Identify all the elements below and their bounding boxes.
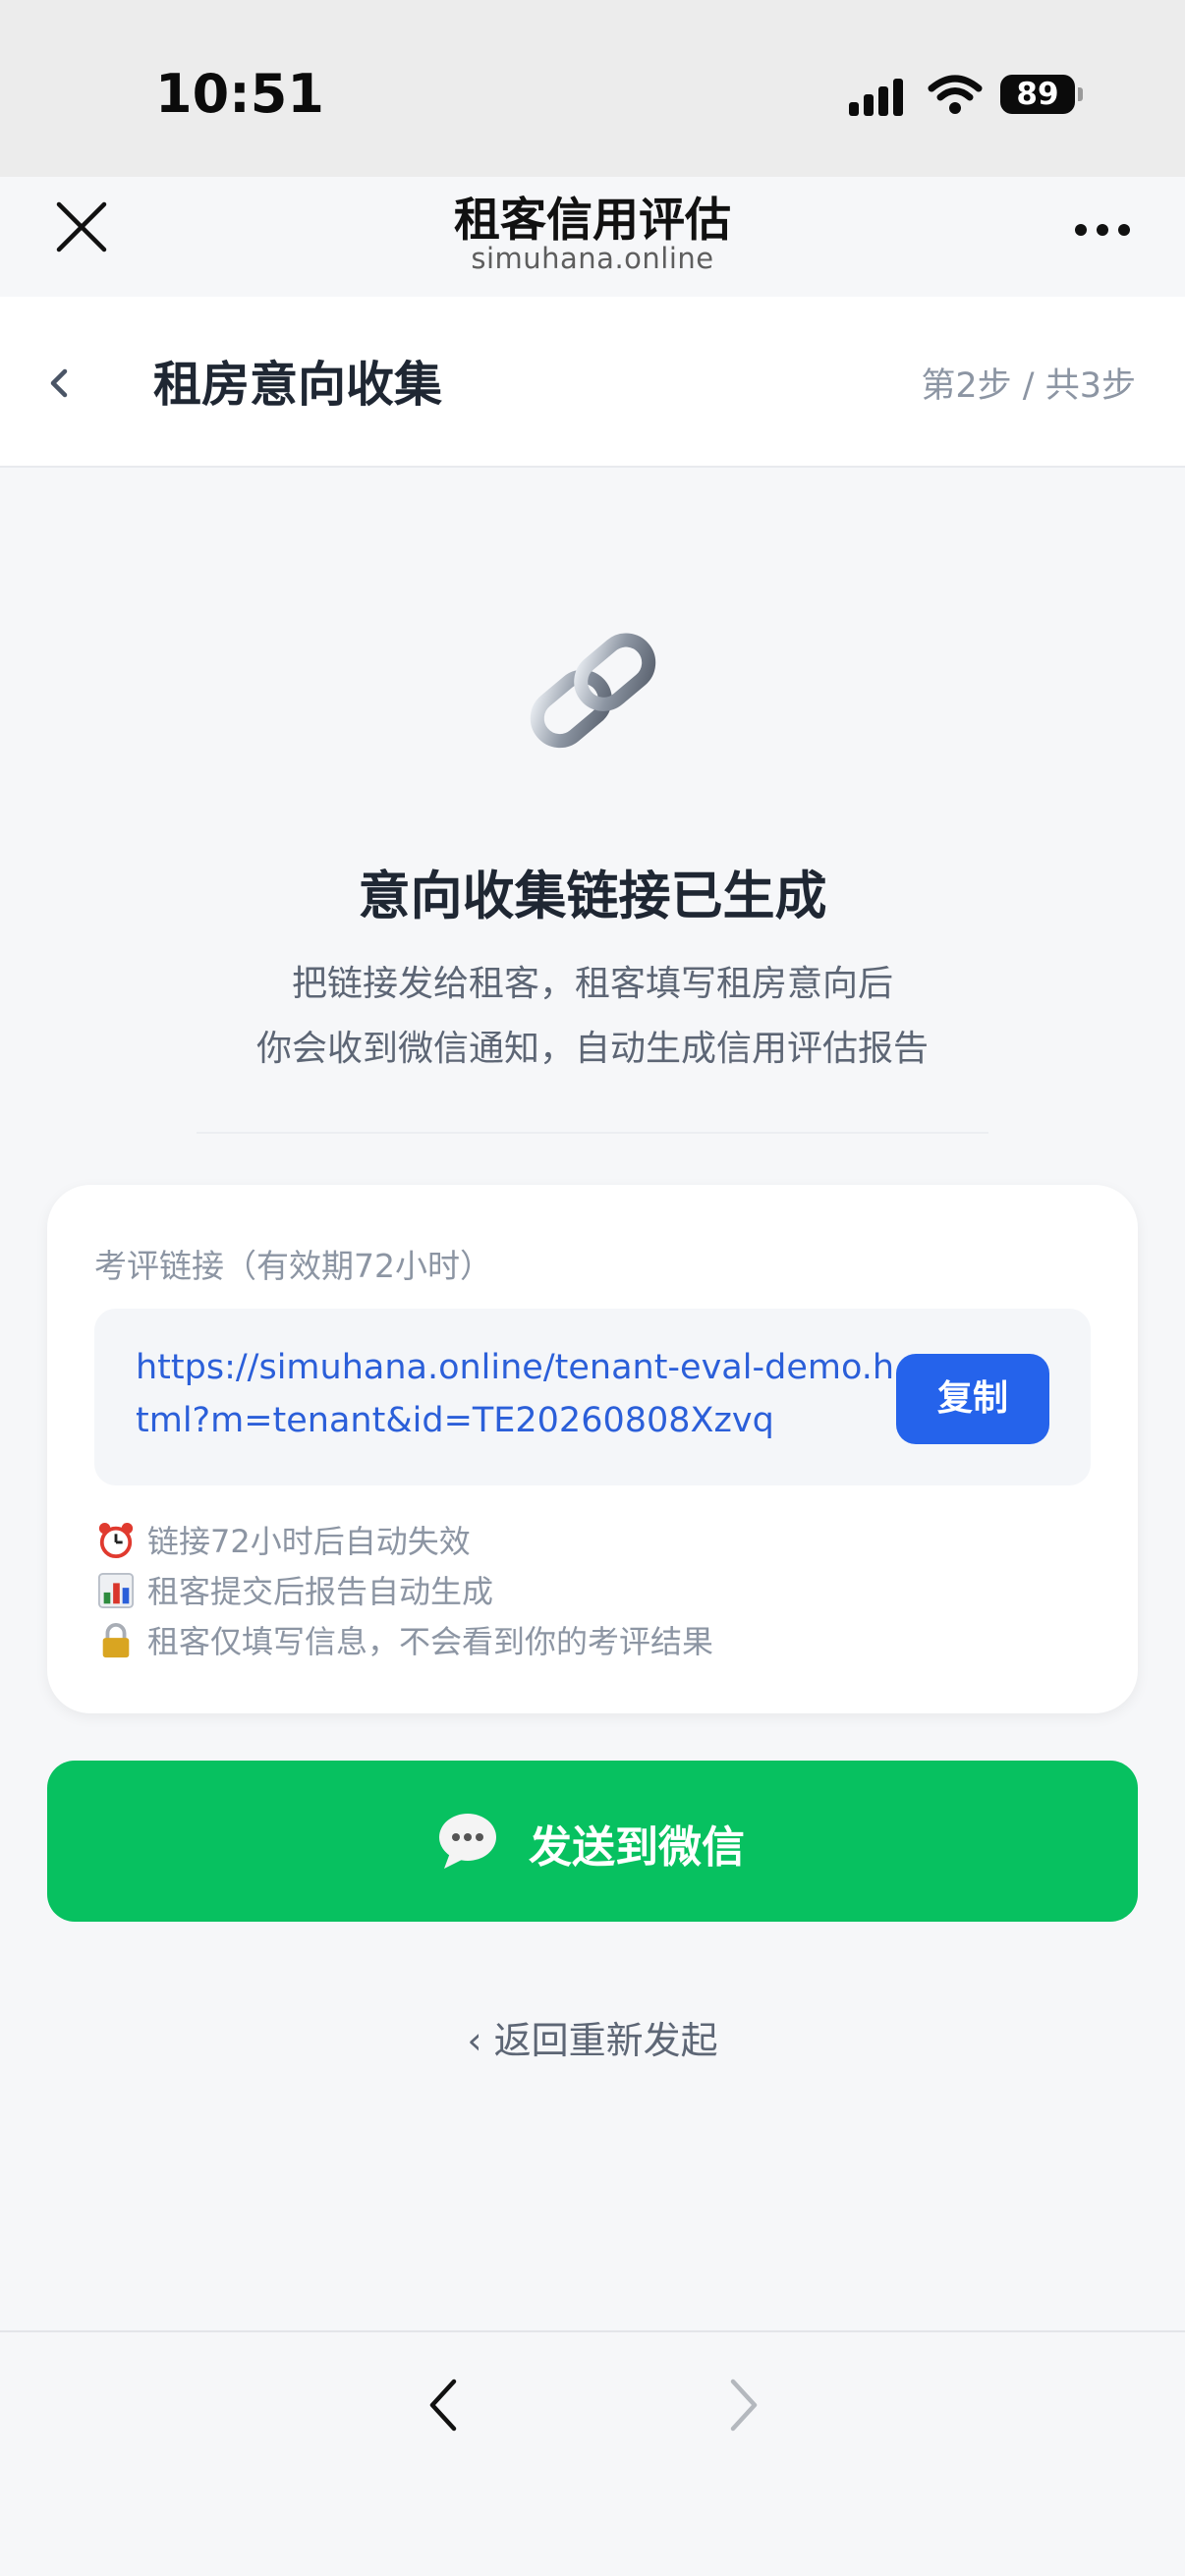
page-domain: simuhana.online: [471, 242, 714, 275]
note-item: 租客提交后报告自动生成: [94, 1567, 493, 1612]
divider: [197, 1132, 988, 1134]
link-url-line2[interactable]: tml?m=tenant&id=TE20260808Xzvq: [136, 1401, 774, 1440]
restart-link[interactable]: ‹ 返回重新发起: [0, 2010, 1185, 2064]
send-to-wechat-label: 发送到微信: [529, 1822, 745, 1873]
battery-indicator: 89: [1000, 75, 1083, 114]
success-description-line2: 你会收到微信通知，自动生成信用评估报告: [255, 1029, 929, 1069]
success-description-line1: 把链接发给租客，租客填写租房意向后: [291, 964, 893, 1004]
step-indicator: 第2步 / 共3步: [921, 366, 1136, 406]
browser-back-icon[interactable]: [424, 2376, 464, 2435]
copy-button[interactable]: 复制: [896, 1354, 1049, 1444]
lock-icon: [102, 1622, 130, 1658]
browser-toolbar: [0, 2330, 1185, 2576]
note-text: 租客仅填写信息，不会看到你的考评结果: [147, 1623, 714, 1660]
speech-bubble-icon: [439, 1814, 496, 1869]
success-title: 意向收集链接已生成: [358, 867, 827, 926]
page-title: 租客信用评估: [454, 194, 731, 248]
wifi-icon: [928, 75, 983, 114]
note-item: 租客仅填写信息，不会看到你的考评结果: [94, 1617, 713, 1662]
section-title: 租房意向收集: [153, 357, 443, 413]
cellular-signal-icon: [849, 79, 908, 116]
note-text: 租客提交后报告自动生成: [147, 1573, 494, 1610]
status-time: 10:51: [155, 63, 324, 125]
link-label: 考评链接（有效期72小时）: [94, 1247, 492, 1285]
more-icon[interactable]: [1075, 220, 1130, 240]
note-text: 链接72小时后自动失效: [147, 1523, 471, 1560]
link-url-line1[interactable]: https://simuhana.online/tenant-eval-demo…: [136, 1348, 894, 1387]
note-item: 链接72小时后自动失效: [94, 1517, 471, 1562]
bar-chart-icon: [97, 1572, 135, 1609]
browser-forward-icon[interactable]: [723, 2376, 762, 2435]
chain-link-icon: [530, 633, 656, 749]
alarm-clock-icon: [98, 1522, 134, 1559]
back-chevron-icon[interactable]: [39, 356, 79, 411]
